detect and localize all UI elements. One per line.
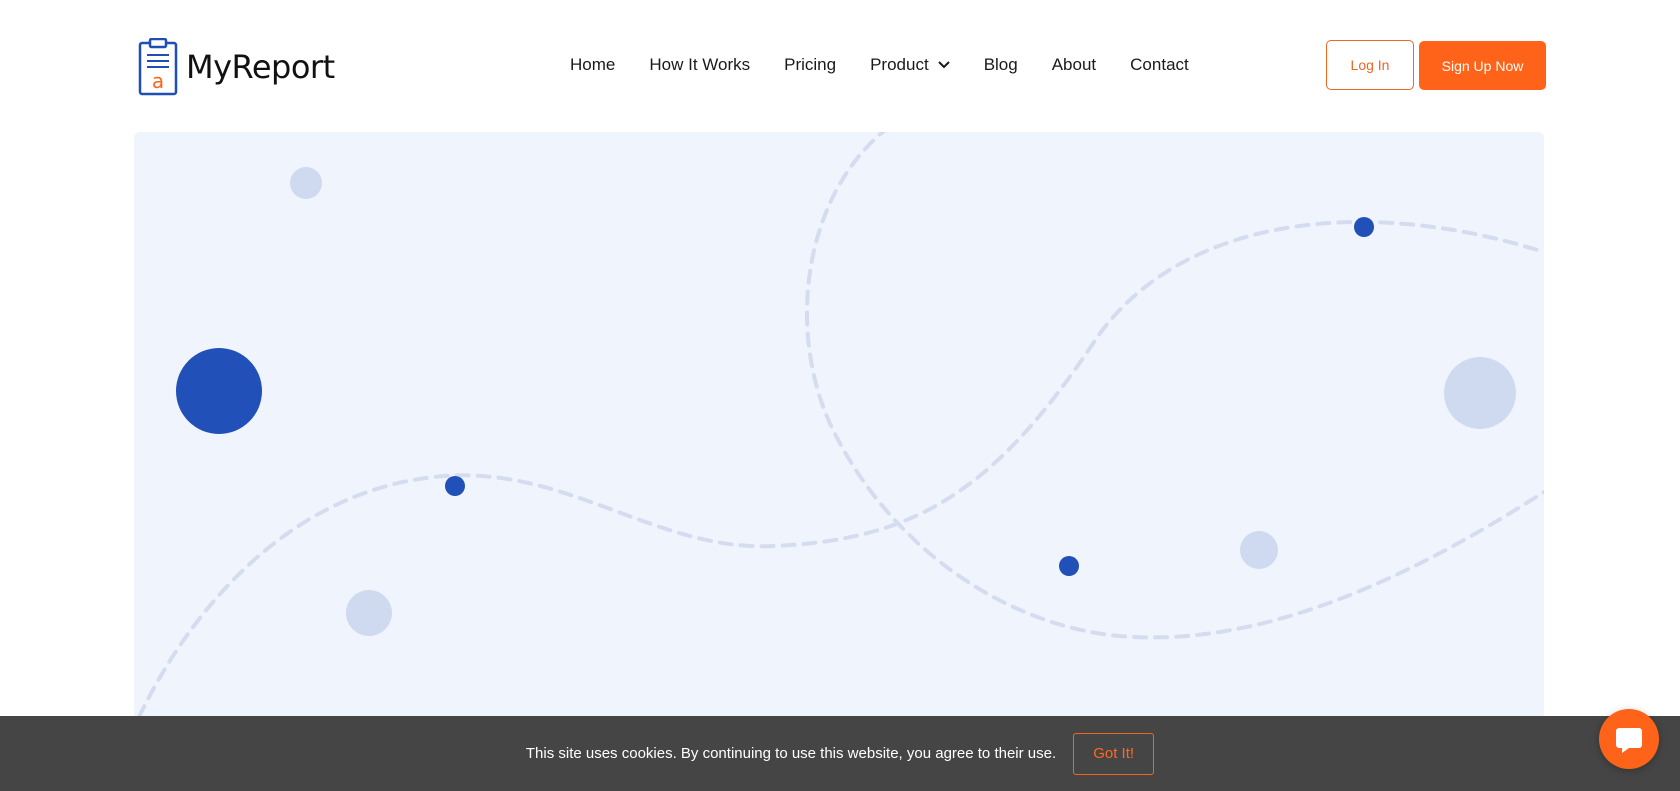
chat-bubble-icon xyxy=(1616,728,1642,753)
brand-name: MyReport xyxy=(186,48,335,86)
cookie-message: This site uses cookies. By continuing to… xyxy=(525,745,1057,762)
nav-about-label: About xyxy=(1051,55,1097,74)
logo[interactable]: a MyReport xyxy=(138,38,335,96)
site-header: a MyReport Home How It Works Pricing Pro… xyxy=(0,0,1680,130)
nav-pricing-label: Pricing xyxy=(784,55,837,74)
decor-dot-dark xyxy=(1059,556,1079,576)
nav-blog[interactable]: Blog xyxy=(984,54,1018,76)
login-button[interactable]: Log In xyxy=(1326,40,1414,90)
signup-button[interactable]: Sign Up Now xyxy=(1419,41,1546,90)
decor-dot-dark xyxy=(445,476,465,496)
nav-pricing[interactable]: Pricing xyxy=(784,54,836,76)
decor-dot-light xyxy=(1444,357,1516,429)
decor-dot-dark xyxy=(176,348,262,434)
nav-product[interactable]: Product xyxy=(870,54,950,76)
nav-how-it-works[interactable]: How It Works xyxy=(649,54,750,76)
hero-decoration xyxy=(137,132,1544,785)
nav-how-it-works-label: How It Works xyxy=(649,55,751,74)
logo-letter: a xyxy=(152,69,164,93)
nav-contact[interactable]: Contact xyxy=(1130,54,1189,76)
nav-blog-label: Blog xyxy=(983,55,1018,74)
decor-dot-dark xyxy=(1354,217,1374,237)
clipboard-logo-icon: a xyxy=(138,38,178,96)
decor-dot-light xyxy=(290,167,322,199)
nav-product-label: Product xyxy=(870,55,929,74)
hero-banner xyxy=(134,132,1544,791)
decor-dot-light xyxy=(346,590,392,636)
chat-widget-button[interactable] xyxy=(1599,709,1659,769)
dashed-curve-left xyxy=(137,220,1544,719)
decor-dot-light xyxy=(1240,531,1278,569)
nav-home-label: Home xyxy=(570,55,616,74)
nav-contact-label: Contact xyxy=(1130,55,1189,74)
cookie-accept-button[interactable]: Got It! xyxy=(1073,732,1155,775)
dashed-curve-arc xyxy=(804,132,1544,640)
nav-home[interactable]: Home xyxy=(570,54,615,76)
nav-about[interactable]: About xyxy=(1052,54,1096,76)
chevron-down-icon xyxy=(937,61,950,69)
cookie-banner: This site uses cookies. By continuing to… xyxy=(0,716,1680,791)
main-nav: Home How It Works Pricing Product Blog A… xyxy=(570,54,1189,76)
